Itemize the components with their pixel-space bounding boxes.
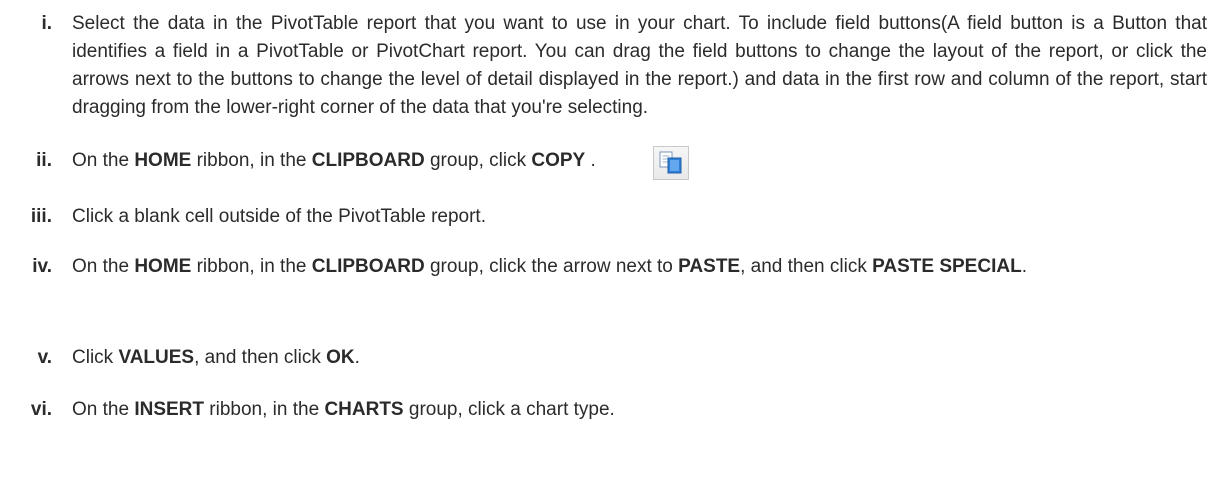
step-text-run: group, click a chart type. (403, 399, 615, 420)
step-text-run: , and then click (740, 256, 873, 277)
step-keyword: PASTE SPECIAL (872, 256, 1022, 277)
step-text-run: . (585, 150, 596, 171)
copy-icon (653, 146, 689, 180)
step-text-run: ribbon, in the (191, 256, 312, 277)
step-keyword: VALUES (118, 347, 195, 368)
copy-icon-graphic (659, 151, 682, 174)
step-text-run: , and then click (194, 347, 327, 368)
step-text-run: Click (72, 347, 119, 368)
step-keyword: CHARTS (324, 399, 404, 420)
step-number: iii. (30, 206, 52, 227)
step-keyword: OK (326, 347, 355, 368)
step-text-run: On the (72, 150, 135, 171)
step-text-run: . (1021, 256, 1027, 277)
step-number: iv. (32, 256, 52, 277)
instruction-document: i. Select the data in the PivotTable rep… (0, 0, 1220, 481)
step-number: v. (37, 347, 52, 368)
step-text: Click VALUES, and then click OK. (72, 344, 1207, 372)
step-text-run: ribbon, in the (191, 150, 312, 171)
step-keyword: CLIPBOARD (311, 150, 425, 171)
step-keyword: INSERT (134, 399, 205, 420)
step-number: i. (41, 13, 52, 34)
step-number: ii. (36, 150, 52, 171)
step-text-run: Select the data in the PivotTable report… (72, 13, 1207, 118)
step-text-run: On the (72, 256, 135, 277)
step-text: On the HOME ribbon, in the CLIPBOARD gro… (72, 147, 1207, 175)
step-text-run: ribbon, in the (204, 399, 325, 420)
step-keyword: CLIPBOARD (311, 256, 425, 277)
step-keyword: PASTE (678, 256, 741, 277)
step-text: On the HOME ribbon, in the CLIPBOARD gro… (72, 253, 1207, 281)
step-keyword: HOME (134, 256, 192, 277)
step-keyword: COPY (531, 150, 586, 171)
step-text-run: On the (72, 399, 135, 420)
step-text-run: . (354, 347, 360, 368)
step-number: vi. (30, 399, 52, 420)
step-text: On the INSERT ribbon, in the CHARTS grou… (72, 396, 1207, 424)
step-text: Select the data in the PivotTable report… (72, 10, 1207, 122)
step-text-run: group, click (424, 150, 532, 171)
step-text-run: Click a blank cell outside of the PivotT… (72, 206, 486, 227)
step-text: Click a blank cell outside of the PivotT… (72, 203, 1207, 231)
step-text-run: group, click the arrow next to (424, 256, 679, 277)
step-keyword: HOME (134, 150, 192, 171)
